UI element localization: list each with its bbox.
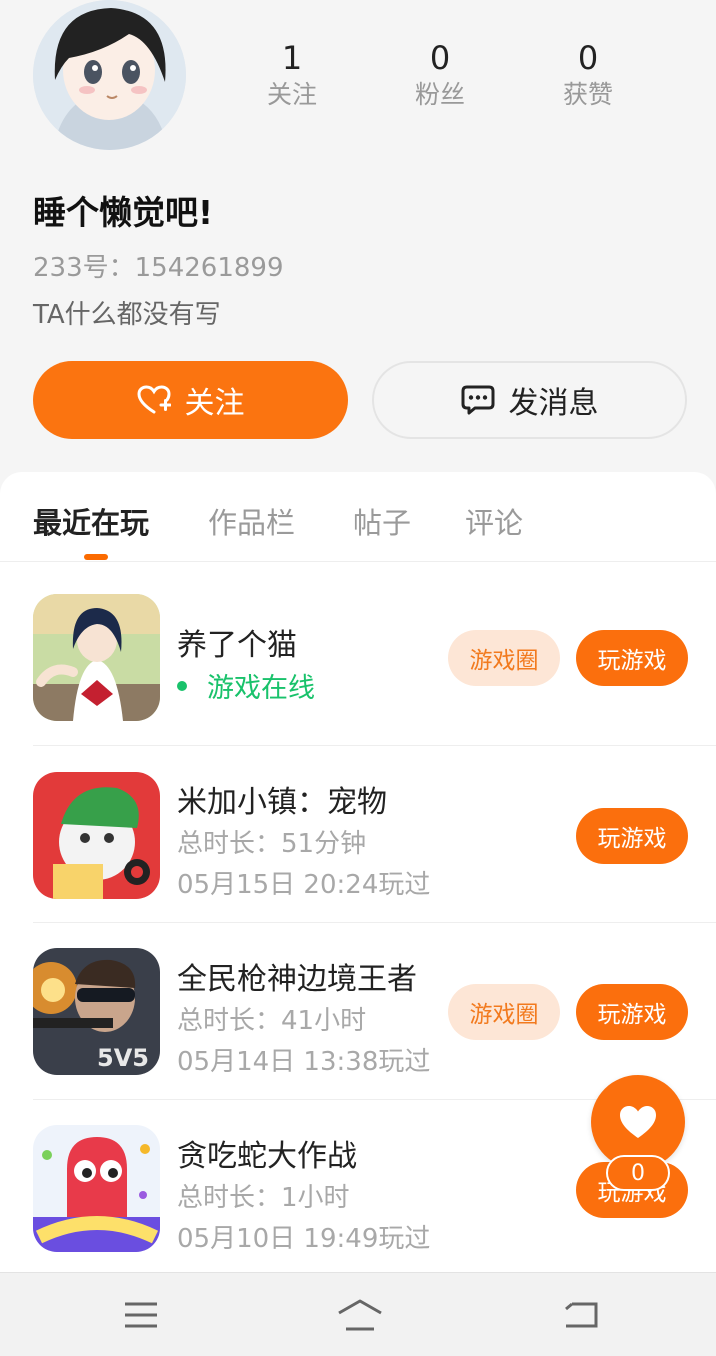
user-id: 233号：154261899 bbox=[33, 253, 284, 283]
play-duration: 总时长：41小时 bbox=[177, 1006, 367, 1036]
stat-following[interactable]: 1 关注 bbox=[232, 38, 352, 112]
game-icon-gunfight[interactable]: 5V5 bbox=[33, 948, 160, 1075]
user-bio: TA什么都没有写 bbox=[33, 300, 221, 330]
online-dot-icon bbox=[177, 680, 187, 691]
heart-icon bbox=[620, 1106, 656, 1138]
heart-plus-icon bbox=[136, 385, 171, 414]
tab-comments[interactable]: 评论 bbox=[465, 500, 523, 542]
play-game-button[interactable]: 玩游戏 bbox=[576, 630, 688, 686]
online-status: 游戏在线 bbox=[177, 666, 315, 705]
play-game-button[interactable]: 玩游戏 bbox=[576, 808, 688, 864]
tab-works[interactable]: 作品栏 bbox=[208, 500, 295, 542]
active-tab-indicator bbox=[84, 554, 108, 560]
play-duration: 总时长：1小时 bbox=[177, 1183, 350, 1213]
stat-value: 0 bbox=[577, 39, 599, 77]
game-row[interactable]: 养了个猫 游戏在线 游戏圈 玩游戏 bbox=[0, 574, 716, 751]
tab-recent-play[interactable]: 最近在玩 bbox=[33, 500, 149, 542]
user-avatar[interactable] bbox=[33, 0, 186, 150]
like-count-badge: 0 bbox=[606, 1155, 670, 1191]
row-divider bbox=[33, 922, 716, 923]
home-icon[interactable] bbox=[336, 1293, 384, 1337]
stat-value: 0 bbox=[429, 39, 451, 77]
follow-button[interactable]: 关注 bbox=[33, 361, 348, 439]
stat-likes[interactable]: 0 获赞 bbox=[528, 38, 648, 112]
game-icon-cat[interactable] bbox=[33, 594, 160, 721]
stat-followers[interactable]: 0 粉丝 bbox=[380, 38, 500, 112]
game-circle-button[interactable]: 游戏圈 bbox=[448, 630, 560, 686]
back-icon[interactable] bbox=[556, 1293, 604, 1337]
stat-value: 1 bbox=[281, 39, 303, 77]
chat-bubble-icon bbox=[461, 385, 494, 415]
game-name: 米加小镇：宠物 bbox=[177, 785, 387, 820]
stat-label: 获赞 bbox=[562, 80, 613, 109]
last-played: 05月14日 13:38玩过 bbox=[177, 1047, 431, 1077]
stat-label: 关注 bbox=[266, 80, 317, 109]
play-game-button[interactable]: 玩游戏 bbox=[576, 984, 688, 1040]
profile-header: 1 关注 0 粉丝 0 获赞 睡个懒觉吧! 233号：154261899 TA什… bbox=[0, 0, 716, 480]
play-duration: 总时长：51分钟 bbox=[177, 829, 367, 859]
user-nickname: 睡个懒觉吧! bbox=[33, 193, 214, 232]
tab-posts[interactable]: 帖子 bbox=[353, 500, 411, 542]
game-name: 贪吃蛇大作战 bbox=[177, 1139, 357, 1174]
message-label: 发消息 bbox=[508, 386, 599, 421]
last-played: 05月15日 20:24玩过 bbox=[177, 870, 431, 900]
last-played: 05月10日 19:49玩过 bbox=[177, 1224, 431, 1254]
game-icon-snake[interactable] bbox=[33, 1125, 160, 1252]
game-circle-button[interactable]: 游戏圈 bbox=[448, 984, 560, 1040]
game-icon-miga[interactable] bbox=[33, 772, 160, 899]
message-button[interactable]: 发消息 bbox=[372, 361, 687, 439]
stat-label: 粉丝 bbox=[414, 80, 465, 109]
game-name: 全民枪神边境王者 bbox=[177, 962, 417, 997]
system-nav-bar bbox=[0, 1272, 716, 1356]
row-divider bbox=[33, 745, 716, 746]
follow-label: 关注 bbox=[184, 386, 245, 421]
game-row[interactable]: 5V5 全民枪神边境王者 总时长：41小时 05月14日 13:38玩过 游戏圈… bbox=[0, 928, 716, 1105]
online-status-text: 游戏在线 bbox=[207, 673, 315, 704]
svg-text:5V5: 5V5 bbox=[97, 1044, 149, 1072]
game-name: 养了个猫 bbox=[177, 628, 297, 663]
menu-icon[interactable] bbox=[117, 1293, 165, 1337]
game-row[interactable]: 米加小镇：宠物 总时长：51分钟 05月15日 20:24玩过 玩游戏 bbox=[0, 751, 716, 928]
tab-bar: 最近在玩 作品栏 帖子 评论 bbox=[0, 472, 716, 562]
